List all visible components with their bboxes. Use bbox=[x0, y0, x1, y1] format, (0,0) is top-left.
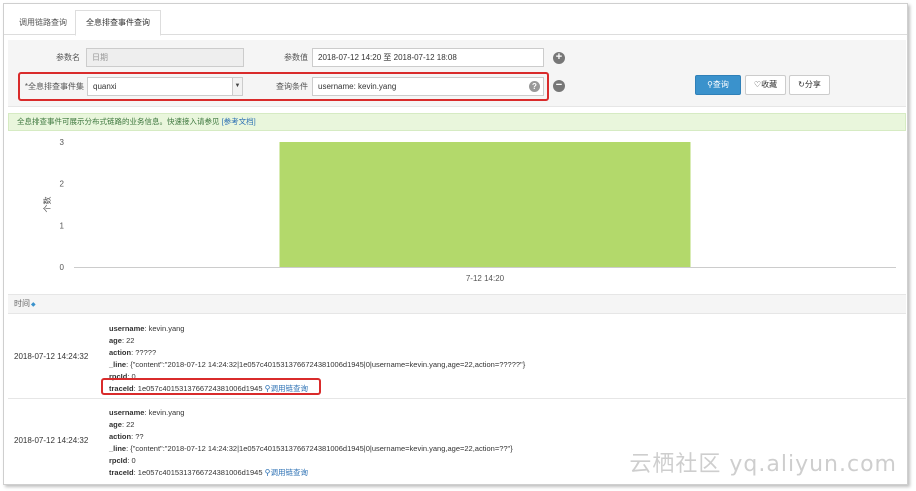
field-key: traceId bbox=[109, 468, 134, 477]
plus-icon[interactable]: + bbox=[553, 52, 565, 64]
tab-event-query[interactable]: 全息排查事件查询 bbox=[75, 10, 161, 36]
info-notice: 全息排查事件可展示分布式链路的业务信息。快速接入请参见 [参考文档] bbox=[8, 113, 906, 131]
field-value: 1e057c4015313766724381006d1945 bbox=[137, 468, 263, 477]
share-button[interactable]: ↻分享 bbox=[789, 75, 830, 95]
field-value: 22 bbox=[126, 336, 135, 345]
share-button-label: 分享 bbox=[804, 80, 821, 89]
date-end: 2018-07-12 18:08 bbox=[393, 53, 457, 62]
field-action: action: ?? bbox=[109, 432, 144, 441]
highlight-box-filters bbox=[18, 72, 549, 101]
field-value: {"content":"2018-07-12 14:24:32|1e057c40… bbox=[130, 360, 526, 369]
field-value: ????? bbox=[135, 348, 157, 357]
row-fields: username: kevin.yang age: 22 action: ?? … bbox=[109, 407, 513, 479]
minus-icon[interactable]: − bbox=[553, 80, 565, 92]
field-key: action bbox=[109, 348, 132, 357]
field-value: kevin.yang bbox=[148, 324, 185, 333]
trace-query-link[interactable]: ⚲调用链查询 bbox=[265, 468, 308, 477]
search-button-label: 查询 bbox=[712, 80, 729, 89]
app-window: 调用链路查询 全息排查事件查询 参数名 日期 参数值 2018-07-12 14… bbox=[3, 3, 908, 485]
share-icon: ↻ bbox=[798, 80, 805, 89]
row-time: 2018-07-12 14:24:32 bbox=[14, 436, 89, 445]
field-key: _line bbox=[109, 444, 127, 453]
field-key: action bbox=[109, 432, 132, 441]
table-header: 时间◆ bbox=[8, 294, 906, 314]
y-tick-label: 0 bbox=[60, 263, 65, 272]
x-tick-label: 7-12 14:20 bbox=[466, 274, 505, 283]
field-key: username bbox=[109, 324, 145, 333]
param-value-label: 参数值 bbox=[284, 53, 308, 62]
field-key: age bbox=[109, 336, 122, 345]
tab-trace-query[interactable]: 调用链路查询 bbox=[8, 10, 78, 36]
date-range-input[interactable]: 2018-07-12 14:20 至 2018-07-12 18:08 bbox=[312, 48, 544, 67]
y-tick-label: 1 bbox=[60, 221, 65, 230]
field-traceid: traceId: 1e057c4015313766724381006d1945 … bbox=[109, 468, 308, 477]
param-name-input[interactable]: 日期 bbox=[86, 48, 244, 67]
heart-icon: ♡ bbox=[753, 80, 762, 89]
field-age: age: 22 bbox=[109, 420, 135, 429]
tab-bar: 调用链路查询 全息排查事件查询 bbox=[4, 4, 907, 36]
param-name-label: 参数名 bbox=[56, 53, 80, 62]
sort-icon[interactable]: ◆ bbox=[31, 302, 36, 308]
field-key: rpcId bbox=[109, 456, 128, 465]
favorite-button[interactable]: ♡收藏 bbox=[745, 75, 786, 95]
field-value: 0 bbox=[131, 456, 136, 465]
date-start: 2018-07-12 14:20 bbox=[318, 53, 382, 62]
field-username: username: kevin.yang bbox=[109, 324, 185, 333]
date-separator: 至 bbox=[383, 53, 392, 62]
table-row: 2018-07-12 14:24:32 username: kevin.yang… bbox=[8, 315, 906, 399]
field-age: age: 22 bbox=[109, 336, 135, 345]
watermark: 云栖社区 yq.aliyun.com bbox=[629, 452, 897, 477]
field-line: _line: {"content":"2018-07-12 14:24:32|1… bbox=[109, 444, 513, 453]
field-action: action: ????? bbox=[109, 348, 157, 357]
field-value: kevin.yang bbox=[148, 408, 185, 417]
bar bbox=[279, 142, 691, 267]
event-count-chart: 0 1 2 3 个数 7-12 14:20 bbox=[8, 132, 906, 292]
field-line: _line: {"content":"2018-07-12 14:24:32|1… bbox=[109, 360, 526, 369]
field-value: {"content":"2018-07-12 14:24:32|1e057c40… bbox=[130, 444, 513, 453]
field-username: username: kevin.yang bbox=[109, 408, 185, 417]
row-time: 2018-07-12 14:24:32 bbox=[14, 352, 89, 361]
field-value: ?? bbox=[135, 432, 144, 441]
field-key: _line bbox=[109, 360, 127, 369]
highlight-box-traceid bbox=[101, 378, 321, 395]
trace-query-link-label: 调用链查询 bbox=[270, 468, 308, 477]
field-key: age bbox=[109, 420, 122, 429]
notice-text: 全息排查事件可展示分布式链路的业务信息。快速接入请参见 bbox=[17, 117, 222, 126]
field-rpcid: rpcId: 0 bbox=[109, 456, 136, 465]
y-tick-label: 2 bbox=[60, 180, 65, 189]
field-value: 22 bbox=[126, 420, 135, 429]
filter-panel: 参数名 日期 参数值 2018-07-12 14:20 至 2018-07-12… bbox=[8, 40, 906, 107]
y-tick-label: 3 bbox=[60, 138, 65, 147]
docs-link[interactable]: [参考文档] bbox=[222, 117, 256, 126]
y-axis-label: 个数 bbox=[42, 197, 52, 213]
search-button[interactable]: ⚲查询 bbox=[695, 75, 741, 95]
field-key: username bbox=[109, 408, 145, 417]
time-column-header[interactable]: 时间 bbox=[14, 299, 30, 308]
favorite-button-label: 收藏 bbox=[761, 80, 778, 89]
chart-svg: 0 1 2 3 个数 7-12 14:20 bbox=[42, 138, 896, 283]
